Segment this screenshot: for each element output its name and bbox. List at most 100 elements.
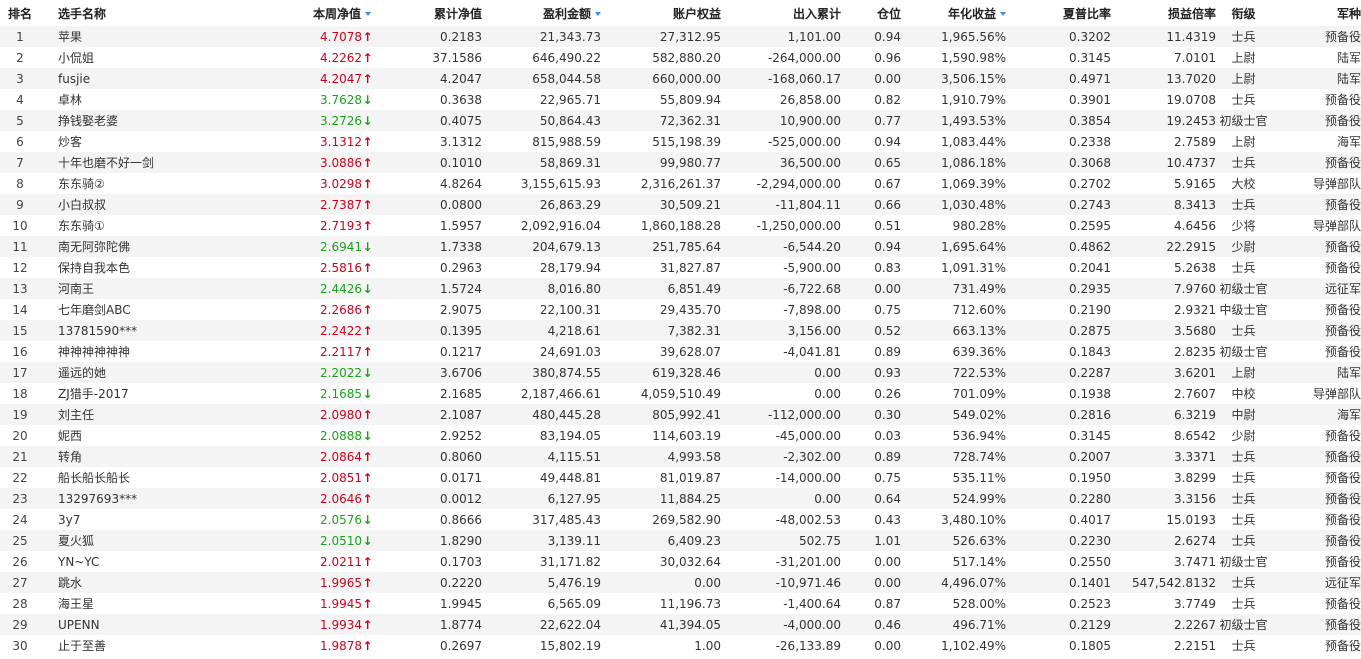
cell-rank-title: 士兵 — [1216, 257, 1271, 278]
cell-net-flow: -26,133.89 — [721, 635, 841, 656]
cell-player-name[interactable]: 止于至善 — [40, 635, 240, 656]
cell-rank: 16 — [0, 341, 40, 362]
cell-pl-ratio: 2.6274 — [1111, 530, 1216, 551]
cell-cumulative-nav: 3.1312 — [375, 131, 482, 152]
cell-branch: 预备役 — [1271, 551, 1361, 572]
cell-equity: 31,827.87 — [601, 257, 721, 278]
cell-rank-title: 少尉 — [1216, 236, 1271, 257]
arrow-up-icon: ↑ — [362, 50, 373, 65]
cell-player-name[interactable]: 七年磨剑ABC — [40, 299, 240, 320]
cell-weekly-nav: 2.4426↓ — [240, 278, 375, 299]
cell-weekly-nav: 2.2422↑ — [240, 320, 375, 341]
cell-branch: 预备役 — [1271, 89, 1361, 110]
cell-weekly-nav: 4.7078↑ — [240, 26, 375, 47]
cell-profit: 2,187,466.61 — [482, 383, 601, 404]
cell-player-name[interactable]: 妮西 — [40, 425, 240, 446]
cell-profit: 22,965.71 — [482, 89, 601, 110]
cell-annual-return: 663.13% — [901, 320, 1006, 341]
cell-player-name[interactable]: YN~YC — [40, 551, 240, 572]
cell-player-name[interactable]: 卓林 — [40, 89, 240, 110]
cell-pl-ratio: 4.6456 — [1111, 215, 1216, 236]
weekly-nav-value: 2.0646 — [320, 491, 362, 506]
cell-player-name[interactable]: fusjie — [40, 68, 240, 89]
cell-profit: 815,988.59 — [482, 131, 601, 152]
cell-cumulative-nav: 0.1395 — [375, 320, 482, 341]
cell-sharpe: 0.3202 — [1006, 26, 1111, 47]
table-row: 25 夏火狐 2.0510↓ 1.8290 3,139.11 6,409.23 502.75… — [0, 530, 1361, 551]
cell-weekly-nav: 3.2726↓ — [240, 110, 375, 131]
cell-player-name[interactable]: 挣钱娶老婆 — [40, 110, 240, 131]
cell-equity: 55,809.94 — [601, 89, 721, 110]
cell-profit: 380,874.55 — [482, 362, 601, 383]
cell-player-name[interactable]: 3y7 — [40, 509, 240, 530]
cell-cumulative-nav: 0.1010 — [375, 152, 482, 173]
cell-sharpe: 0.1938 — [1006, 383, 1111, 404]
cell-net-flow: -31,201.00 — [721, 551, 841, 572]
cell-player-name[interactable]: 河南王 — [40, 278, 240, 299]
cell-player-name[interactable]: 十年也磨不好一剑 — [40, 152, 240, 173]
cell-position: 0.03 — [841, 425, 901, 446]
cell-weekly-nav: 4.2047↑ — [240, 68, 375, 89]
cell-position: 0.00 — [841, 278, 901, 299]
cell-net-flow: 502.75 — [721, 530, 841, 551]
cell-player-name[interactable]: 炒客 — [40, 131, 240, 152]
cell-player-name[interactable]: 东东骑② — [40, 173, 240, 194]
weekly-nav-value: 2.2686 — [320, 302, 362, 317]
cell-player-name[interactable]: 船长船长船长 — [40, 467, 240, 488]
cell-position: 0.51 — [841, 215, 901, 236]
cell-annual-return: 3,480.10% — [901, 509, 1006, 530]
cell-position: 0.30 — [841, 404, 901, 425]
cell-rank-title: 士兵 — [1216, 530, 1271, 551]
header-label: 选手名称 — [58, 6, 107, 21]
cell-player-name[interactable]: 苹果 — [40, 26, 240, 47]
cell-player-name[interactable]: 夏火狐 — [40, 530, 240, 551]
weekly-nav-value: 4.7078 — [320, 29, 362, 44]
cell-player-name[interactable]: 南无阿弥陀佛 — [40, 236, 240, 257]
cell-annual-return: 1,102.49% — [901, 635, 1006, 656]
cell-cumulative-nav: 0.0012 — [375, 488, 482, 509]
cell-player-name[interactable]: 神神神神神神 — [40, 341, 240, 362]
cell-player-name[interactable]: 刘主任 — [40, 404, 240, 425]
cell-player-name[interactable]: 跳水 — [40, 572, 240, 593]
weekly-nav-value: 3.2726 — [320, 113, 362, 128]
cell-net-flow: -264,000.00 — [721, 47, 841, 68]
header-profit[interactable]: 盈利金额 — [482, 0, 601, 26]
cell-branch: 预备役 — [1271, 341, 1361, 362]
cell-pl-ratio: 13.7020 — [1111, 68, 1216, 89]
cell-player-name[interactable]: UPENN — [40, 614, 240, 635]
cell-weekly-nav: 2.0888↓ — [240, 425, 375, 446]
cell-equity: 29,435.70 — [601, 299, 721, 320]
header-annual-return[interactable]: 年化收益 — [901, 0, 1006, 26]
cell-player-name[interactable]: 转角 — [40, 446, 240, 467]
cell-player-name[interactable]: 海王星 — [40, 593, 240, 614]
cell-player-name[interactable]: 13297693*** — [40, 488, 240, 509]
cell-player-name[interactable]: 小白叔叔 — [40, 194, 240, 215]
table-row: 5 挣钱娶老婆 3.2726↓ 0.4075 50,864.43 72,362.31 10,… — [0, 110, 1361, 131]
cell-sharpe: 0.3854 — [1006, 110, 1111, 131]
cell-position: 0.66 — [841, 194, 901, 215]
cell-sharpe: 0.1950 — [1006, 467, 1111, 488]
cell-profit: 317,485.43 — [482, 509, 601, 530]
cell-branch: 预备役 — [1271, 446, 1361, 467]
arrow-up-icon: ↑ — [362, 155, 373, 170]
cell-player-name[interactable]: 东东骑① — [40, 215, 240, 236]
cell-pl-ratio: 11.4319 — [1111, 26, 1216, 47]
cell-sharpe: 0.3145 — [1006, 47, 1111, 68]
cell-player-name[interactable]: 保持自我本色 — [40, 257, 240, 278]
cell-player-name[interactable]: 遥远的她 — [40, 362, 240, 383]
cell-position: 0.65 — [841, 152, 901, 173]
cell-equity: 114,603.19 — [601, 425, 721, 446]
cell-weekly-nav: 3.7628↓ — [240, 89, 375, 110]
cell-equity: 27,312.95 — [601, 26, 721, 47]
weekly-nav-value: 2.0510 — [320, 533, 362, 548]
header-pl-ratio: 损益倍率 — [1111, 0, 1216, 26]
weekly-nav-value: 2.0576 — [320, 512, 362, 527]
weekly-nav-value: 2.0980 — [320, 407, 362, 422]
cell-player-name[interactable]: ZJ猎手-2017 — [40, 383, 240, 404]
cell-player-name[interactable]: 13781590*** — [40, 320, 240, 341]
cell-player-name[interactable]: 小侃姐 — [40, 47, 240, 68]
arrow-up-icon: ↑ — [362, 407, 373, 422]
table-row: 2 小侃姐 4.2262↑ 37.1586 646,490.22 582,880.20 -2… — [0, 47, 1361, 68]
cell-sharpe: 0.2935 — [1006, 278, 1111, 299]
header-weekly-nav[interactable]: 本周净值 — [240, 0, 375, 26]
